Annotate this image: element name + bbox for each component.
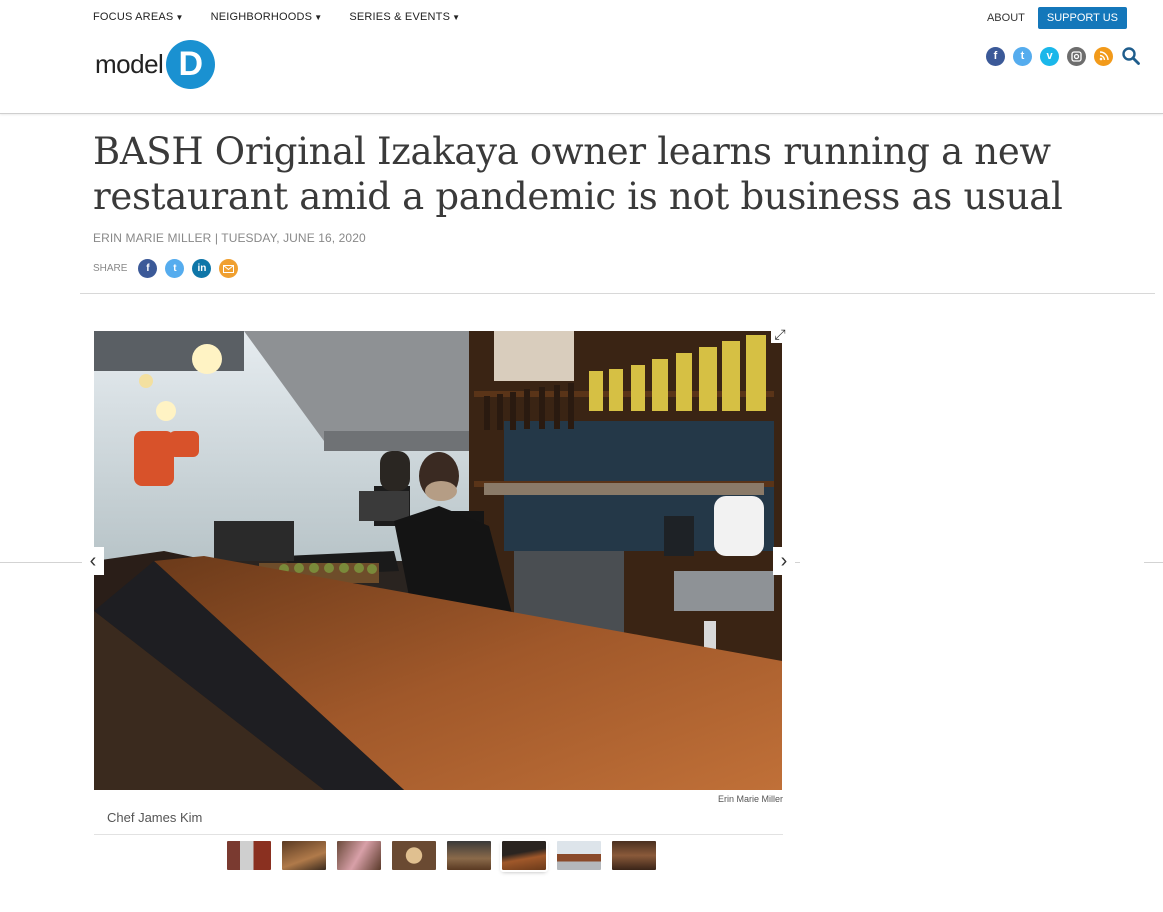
nav-series-events[interactable]: SERIES & EVENTS ▼: [349, 11, 460, 23]
social-links: f t v: [986, 46, 1141, 66]
nav-neighborhoods[interactable]: NEIGHBORHOODS ▼: [211, 11, 323, 23]
expand-icon[interactable]: ⤢: [771, 325, 789, 343]
article-byline: ERIN MARIE MILLER | TUESDAY, JUNE 16, 20…: [93, 231, 366, 245]
photo-credit: Erin Marie Miller: [717, 794, 783, 804]
twitter-icon[interactable]: t: [165, 259, 185, 278]
gallery-thumbnails: [227, 839, 656, 872]
facebook-icon[interactable]: f: [986, 46, 1005, 66]
gallery-thumbnail[interactable]: [557, 841, 601, 870]
gallery-thumbnail[interactable]: [612, 841, 656, 870]
rss-icon[interactable]: [1094, 46, 1113, 66]
top-navigation: FOCUS AREAS ▼ NEIGHBORHOODS ▼ SERIES & EVE…: [0, 0, 1163, 114]
site-logo[interactable]: model D: [95, 40, 216, 89]
share-bar: SHARE f t in: [93, 259, 239, 278]
divider: [94, 834, 783, 835]
next-arrow-icon[interactable]: ›: [773, 547, 795, 575]
vimeo-icon[interactable]: v: [1040, 46, 1059, 66]
instagram-icon[interactable]: [1067, 46, 1086, 66]
caret-down-icon: ▼: [452, 12, 461, 22]
article-title: BASH Original Izakaya owner learns runni…: [93, 130, 1063, 218]
previous-arrow-icon[interactable]: ‹: [82, 547, 104, 575]
gallery-photo[interactable]: [94, 331, 782, 790]
gallery-thumbnail[interactable]: [227, 841, 271, 870]
caret-down-icon: ▼: [314, 12, 323, 22]
twitter-icon[interactable]: t: [1013, 46, 1032, 66]
logo-wordmark: model: [95, 49, 164, 79]
photo-caption: Chef James Kim: [107, 810, 203, 825]
search-icon[interactable]: [1121, 46, 1141, 66]
share-label: SHARE: [93, 263, 128, 274]
about-link[interactable]: ABOUT: [987, 12, 1025, 24]
facebook-icon[interactable]: f: [138, 259, 158, 278]
main-nav: FOCUS AREAS ▼ NEIGHBORHOODS ▼ SERIES & EVE…: [93, 11, 460, 23]
nav-focus-areas[interactable]: FOCUS AREAS ▼: [93, 11, 184, 23]
email-icon[interactable]: [219, 259, 239, 278]
linkedin-icon[interactable]: in: [192, 259, 212, 278]
utility-nav: ABOUT SUPPORT US: [987, 7, 1127, 29]
divider: [80, 293, 1155, 294]
gallery-guide-line: [0, 562, 94, 563]
caret-down-icon: ▼: [175, 12, 184, 22]
support-us-button[interactable]: SUPPORT US: [1037, 7, 1127, 29]
logo-letter: D: [166, 40, 216, 89]
gallery-guide-line: [1144, 562, 1163, 563]
gallery-thumbnail-active[interactable]: [500, 839, 548, 872]
gallery-thumbnail[interactable]: [392, 841, 436, 870]
gallery-thumbnail[interactable]: [282, 841, 326, 870]
gallery-thumbnail[interactable]: [337, 841, 381, 870]
gallery-thumbnail[interactable]: [447, 841, 491, 870]
